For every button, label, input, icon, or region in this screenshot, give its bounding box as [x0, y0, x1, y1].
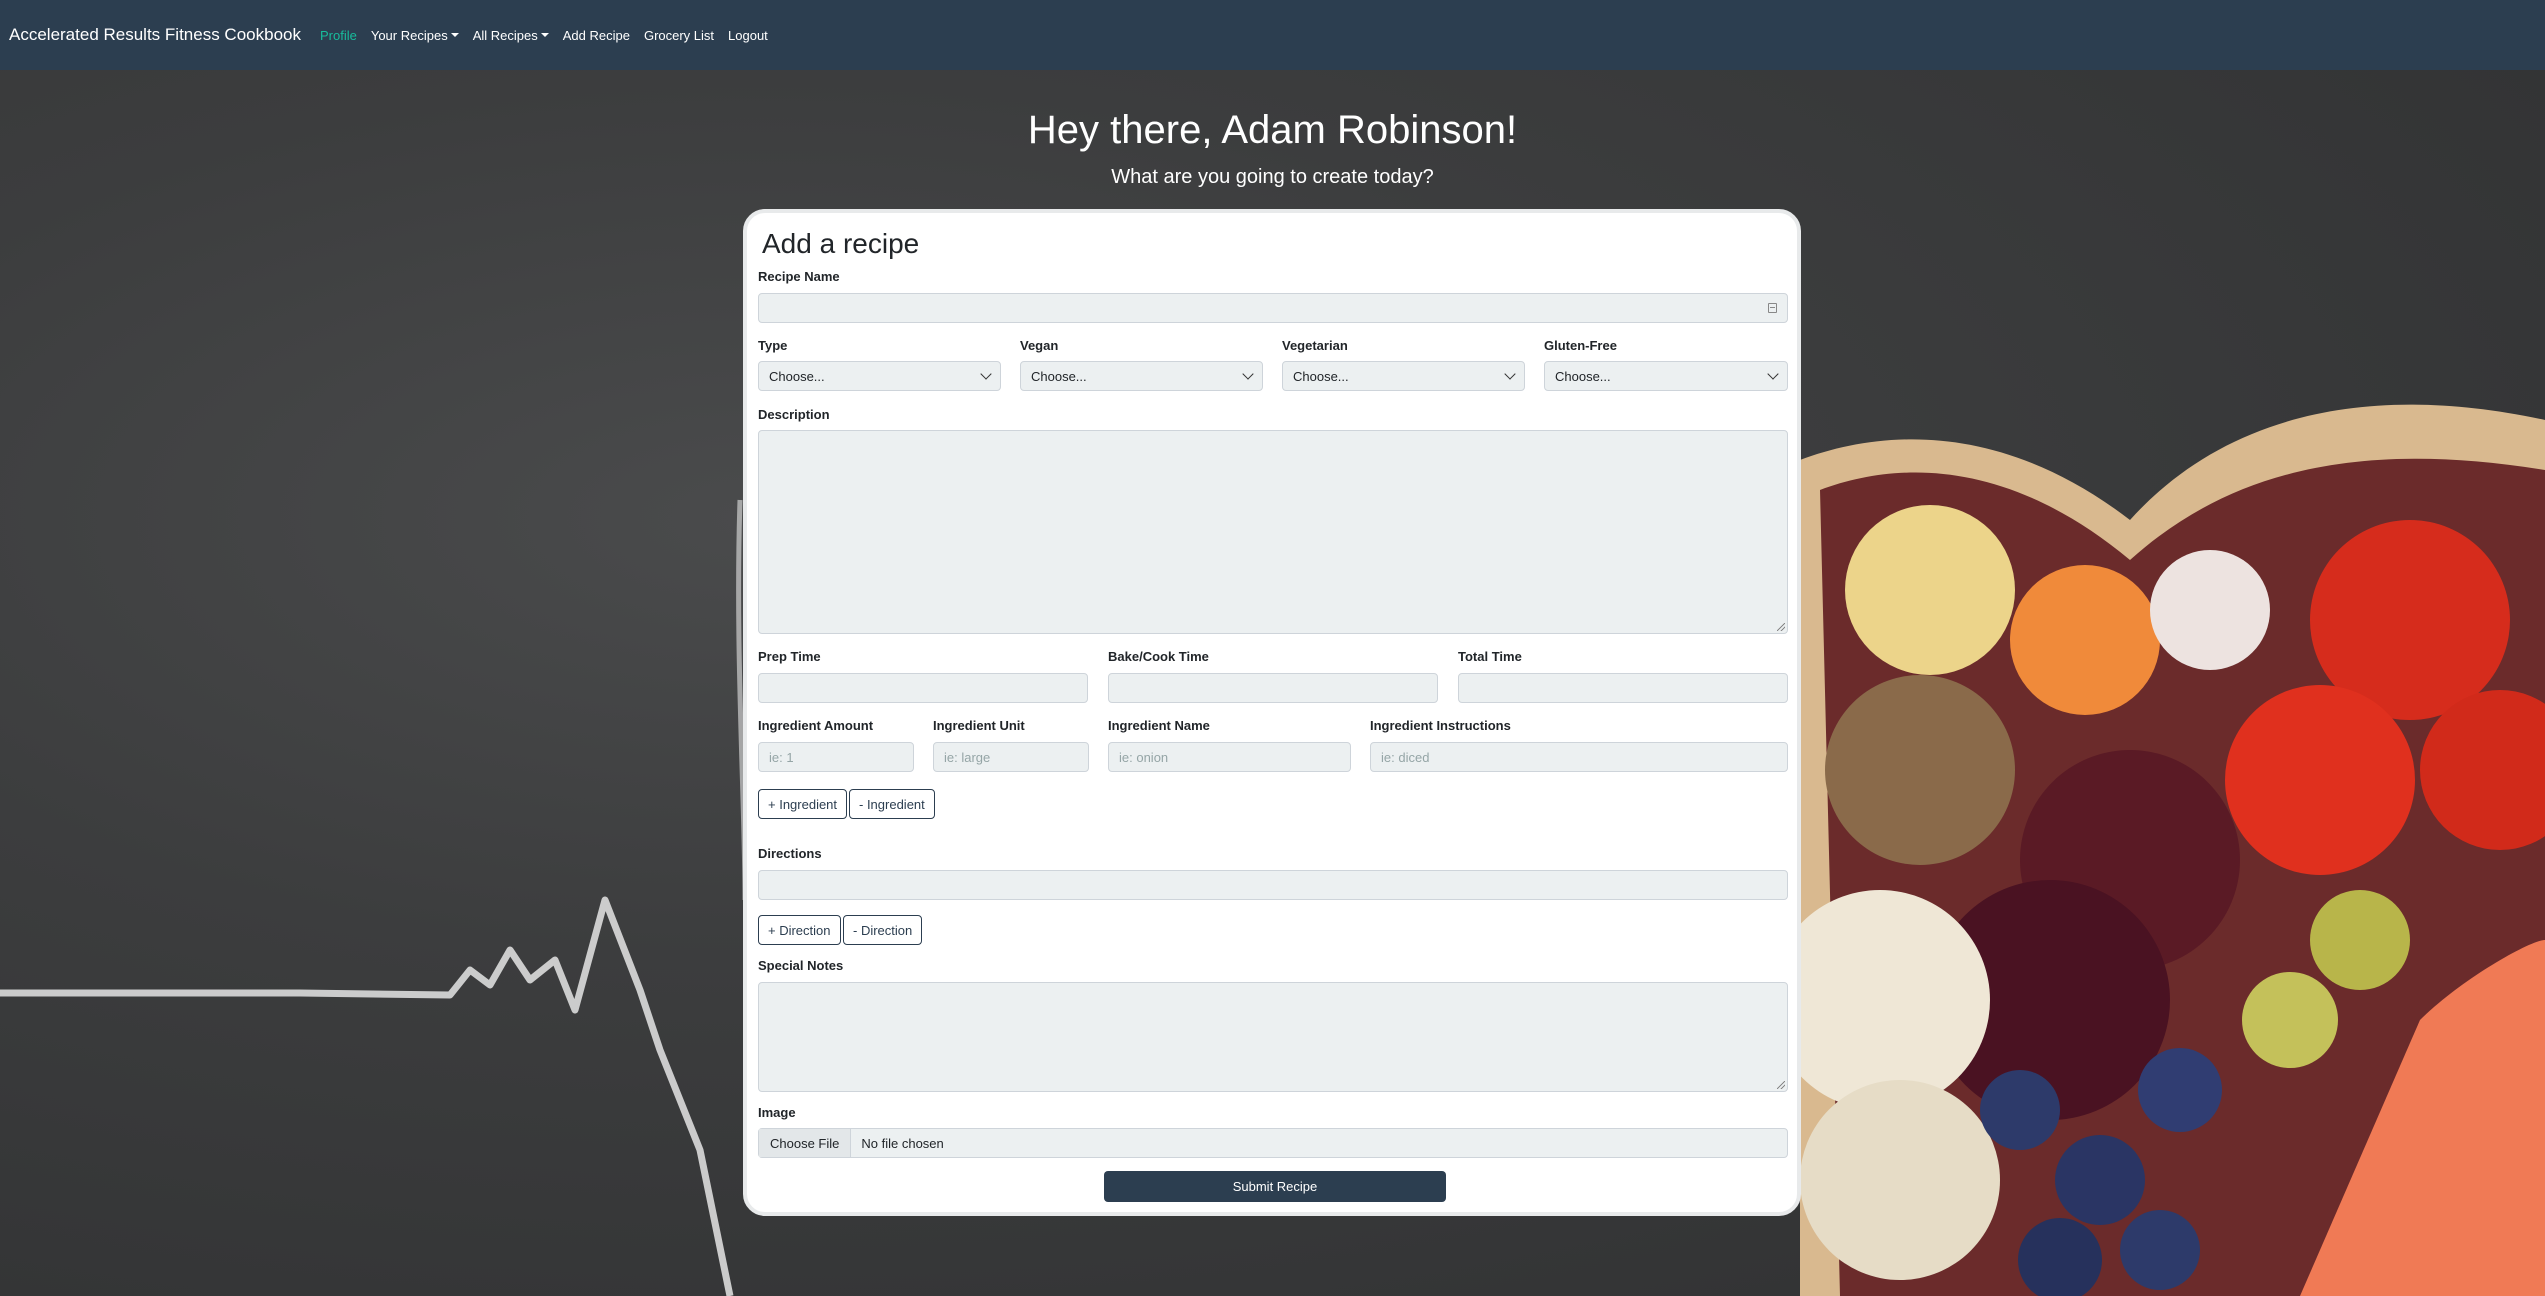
caret-down-icon — [450, 33, 459, 37]
resize-handle-icon[interactable] — [1777, 623, 1785, 631]
ingredient-instructions-input[interactable]: ie: diced — [1370, 742, 1788, 772]
prep-time-label: Prep Time — [758, 649, 821, 664]
brand-link[interactable]: Accelerated Results Fitness Cookbook — [9, 25, 301, 45]
ingredient-amount-label: Ingredient Amount — [758, 718, 874, 733]
ingredient-unit-label: Ingredient Unit — [933, 718, 1025, 733]
total-time-input[interactable] — [1458, 673, 1788, 703]
heart-bowl-food-image — [1800, 300, 2545, 1296]
total-time-label: Total Time — [1458, 649, 1522, 664]
ingredient-unit-input[interactable]: ie: large — [933, 742, 1089, 772]
chevron-down-icon — [980, 368, 992, 380]
navbar: Accelerated Results Fitness Cookbook Pro… — [0, 0, 2545, 70]
special-notes-textarea[interactable] — [758, 982, 1788, 1092]
type-select[interactable]: Choose... — [758, 361, 1001, 391]
description-textarea[interactable] — [758, 430, 1788, 634]
remove-ingredient-button[interactable]: - Ingredient — [849, 789, 935, 819]
ingredient-instructions-label: Ingredient Instructions — [1370, 718, 1511, 733]
gluten-free-select[interactable]: Choose... — [1544, 361, 1788, 391]
nav-your-recipes-dropdown[interactable]: Your Recipes — [371, 28, 459, 43]
nav-profile[interactable]: Profile — [320, 28, 357, 43]
prep-time-input[interactable] — [758, 673, 1088, 703]
vegan-select[interactable]: Choose... — [1020, 361, 1263, 391]
autofill-icon — [1768, 303, 1777, 313]
nav-logout[interactable]: Logout — [728, 28, 768, 43]
nav-all-recipes-dropdown[interactable]: All Recipes — [473, 28, 549, 43]
image-label: Image — [758, 1105, 796, 1120]
vegetarian-label: Vegetarian — [1282, 338, 1348, 353]
recipe-name-label: Recipe Name — [758, 269, 840, 284]
chevron-down-icon — [1767, 368, 1779, 380]
cook-time-label: Bake/Cook Time — [1108, 649, 1209, 664]
gluten-free-select-value: Choose... — [1555, 368, 1611, 384]
form-title: Add a recipe — [762, 228, 920, 259]
remove-direction-button[interactable]: - Direction — [843, 915, 923, 945]
gluten-free-label: Gluten-Free — [1544, 338, 1617, 353]
add-recipe-card: Add a recipe Recipe Name Type Choose... … — [743, 209, 1801, 1216]
add-ingredient-button[interactable]: + Ingredient — [758, 789, 848, 819]
page-subtitle: What are you going to create today? — [1111, 166, 1434, 188]
nav-add-recipe[interactable]: Add Recipe — [563, 28, 630, 43]
caret-down-icon — [540, 33, 549, 37]
ingredient-name-input[interactable]: ie: onion — [1108, 742, 1351, 772]
cook-time-input[interactable] — [1108, 673, 1438, 703]
add-direction-button[interactable]: + Direction — [758, 915, 841, 945]
type-label: Type — [758, 338, 788, 353]
vegetarian-select[interactable]: Choose... — [1282, 361, 1525, 391]
nav-your-recipes-label: Your Recipes — [370, 27, 448, 43]
description-label: Description — [758, 407, 830, 422]
vegetarian-select-value: Choose... — [1293, 368, 1349, 384]
choose-file-button[interactable]: Choose File — [759, 1129, 852, 1157]
vegan-label: Vegan — [1020, 338, 1059, 353]
ingredient-name-label: Ingredient Name — [1108, 718, 1210, 733]
resize-handle-icon[interactable] — [1777, 1081, 1785, 1089]
image-file-input[interactable]: Choose File No file chosen — [758, 1128, 1788, 1158]
nav-grocery-list[interactable]: Grocery List — [644, 28, 714, 43]
nav-all-recipes-label: All Recipes — [472, 27, 538, 43]
chevron-down-icon — [1504, 368, 1516, 380]
directions-label: Directions — [758, 846, 822, 861]
page-greeting: Hey there, Adam Robinson! — [1027, 108, 1518, 152]
special-notes-label: Special Notes — [758, 958, 844, 973]
type-select-value: Choose... — [769, 368, 825, 384]
chevron-down-icon — [1242, 368, 1254, 380]
vegan-select-value: Choose... — [1031, 368, 1087, 384]
directions-input[interactable] — [758, 870, 1788, 900]
recipe-name-input[interactable] — [758, 293, 1788, 323]
file-status-text: No file chosen — [861, 1135, 944, 1151]
ingredient-amount-input[interactable]: ie: 1 — [758, 742, 914, 772]
submit-recipe-button[interactable]: Submit Recipe — [1104, 1171, 1446, 1202]
